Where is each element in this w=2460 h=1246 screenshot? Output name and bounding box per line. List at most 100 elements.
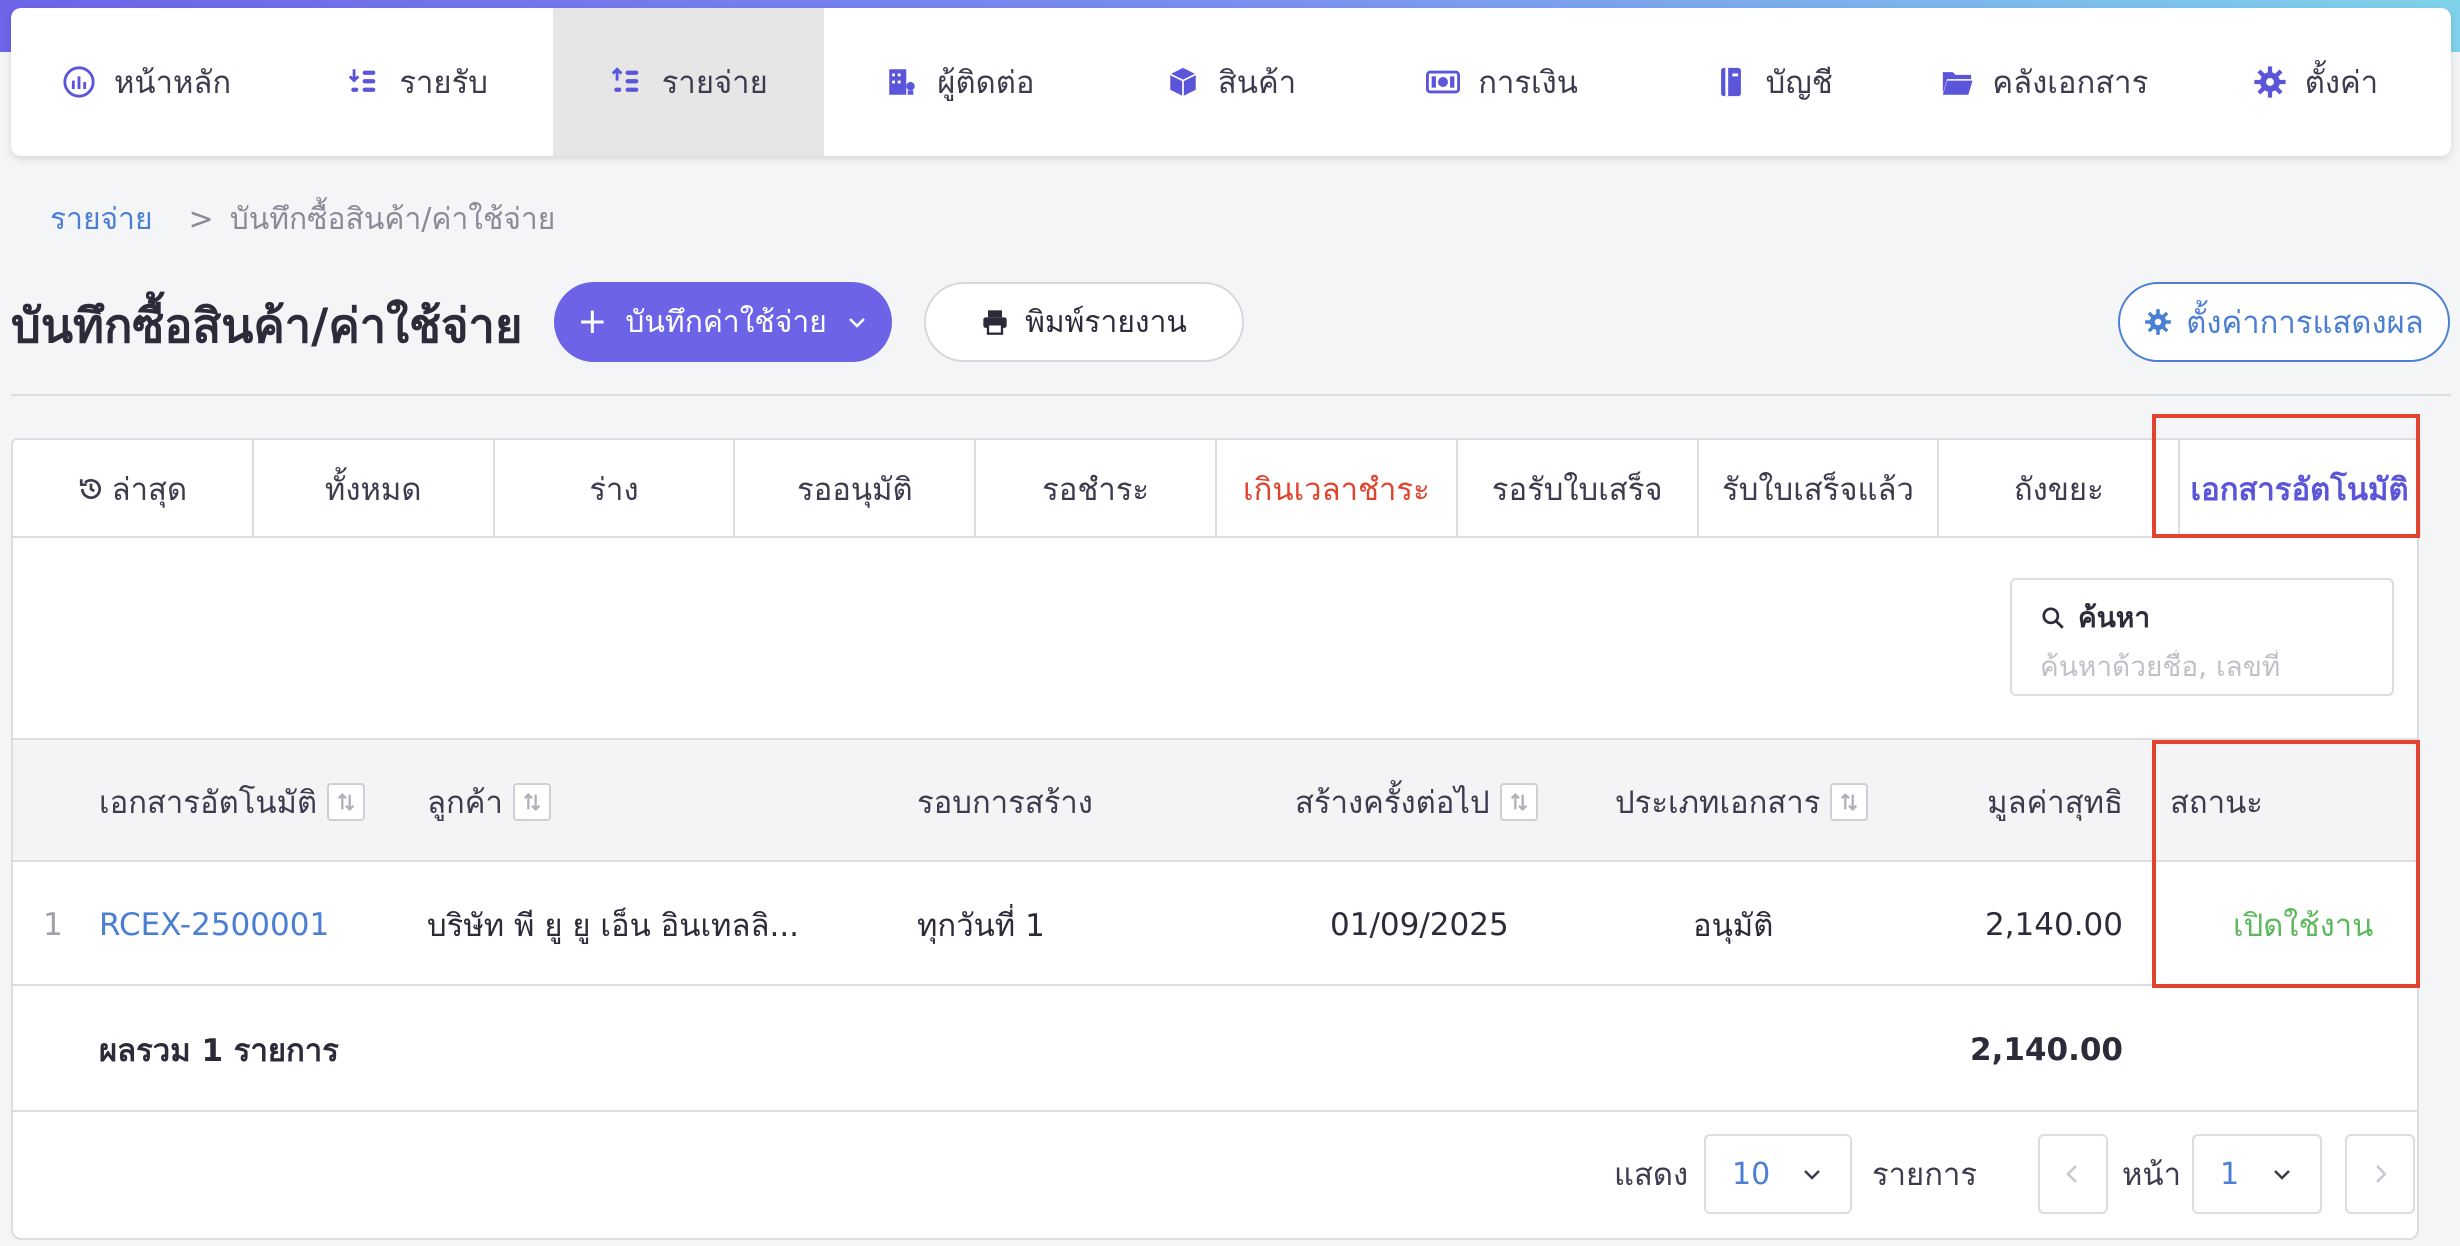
col-header-doc: เอกสารอัตโนมัติ xyxy=(99,740,366,864)
items-label: รายการ xyxy=(1872,1157,1978,1193)
printer-icon xyxy=(983,310,1007,335)
document-type: อนุมัติ xyxy=(1693,908,1774,944)
col-header-next: สร้างครั้งต่อไป xyxy=(1295,740,1538,864)
tab-latest[interactable]: ล่าสุด xyxy=(13,440,254,538)
page-label: หน้า xyxy=(2122,1157,2182,1193)
col-header-cycle: รอบการสร้าง xyxy=(917,740,1093,864)
col-header-label: ประเภทเอกสาร xyxy=(1615,785,1821,821)
table-row[interactable]: 1 RCEX-2500001 บริษัท พี ยู ยู เอ็น อินเ… xyxy=(13,864,2419,986)
nav-item-income[interactable]: รายรับ xyxy=(282,8,553,156)
add-expense-button[interactable]: + บันทึกค่าใช้จ่าย xyxy=(554,282,892,362)
tab-label: รออนุมัติ xyxy=(796,472,913,508)
tab-label: เอกสารอัตโนมัติ xyxy=(2190,472,2409,508)
display-settings-label: ตั้งค่าการแสดงผล xyxy=(2186,305,2424,341)
customer-name: บริษัท พี ยู ยู เอ็น อินเทลลิ... xyxy=(427,908,800,944)
building-icon xyxy=(889,69,916,95)
breadcrumb-root-link[interactable]: รายจ่าย xyxy=(50,196,153,243)
table-header: เอกสารอัตโนมัติ ลูกค้า รอบการสร้าง สร้าง… xyxy=(13,738,2419,862)
nav-item-label: ตั้งค่า xyxy=(2304,65,2379,101)
next-page-button[interactable] xyxy=(2345,1134,2415,1214)
display-settings-button[interactable]: ตั้งค่าการแสดงผล xyxy=(2118,282,2450,362)
sort-icon[interactable] xyxy=(1830,783,1869,821)
folder-icon xyxy=(1943,72,1973,95)
tab-awaiting-payment[interactable]: รอชำระ xyxy=(976,440,1217,538)
nav-item-label: การเงิน xyxy=(1478,65,1578,101)
nav-item-settings[interactable]: ตั้งค่า xyxy=(2180,8,2451,156)
tab-label: รอชำระ xyxy=(1042,472,1150,508)
total-label: ผลรวม 1 รายการ xyxy=(99,1033,339,1069)
tab-awaiting-receipt[interactable]: รอรับใบเสร็จ xyxy=(1458,440,1699,538)
page-select[interactable]: 1 xyxy=(2192,1134,2322,1214)
col-header-label: สถานะ xyxy=(2170,785,2263,821)
tab-automatic-documents[interactable]: เอกสารอัตโนมัติ xyxy=(2180,440,2419,538)
page-size-value: 10 xyxy=(1732,1156,1771,1192)
tab-label: ถังขยะ xyxy=(2013,472,2104,508)
header-divider xyxy=(11,394,2451,396)
expense-coins-icon xyxy=(611,67,639,92)
page-value: 1 xyxy=(2220,1156,2240,1192)
nav-item-label: คลังเอกสาร xyxy=(1992,65,2149,101)
nav-item-label: บัญชี xyxy=(1765,65,1833,101)
breadcrumb-separator: > xyxy=(188,202,214,237)
nav-item-finance[interactable]: การเงิน xyxy=(1367,8,1638,156)
dashboard-icon xyxy=(63,66,95,98)
main-nav: หน้าหลัก รายรับ รายจ่าย ผู้ติดต่อ สินค้า… xyxy=(11,8,2451,156)
page-size-select[interactable]: 10 xyxy=(1704,1134,1852,1214)
chevron-down-icon xyxy=(1804,1170,1820,1180)
col-header-net: มูลค่าสุทธิ xyxy=(1983,740,2123,864)
search-label: ค้นหา xyxy=(2040,596,2364,640)
tab-all[interactable]: ทั้งหมด xyxy=(254,440,495,538)
income-coins-icon xyxy=(349,69,376,92)
nav-item-label: หน้าหลัก xyxy=(113,65,232,101)
search-icon xyxy=(2042,607,2064,629)
box-icon xyxy=(1169,67,1196,97)
search-label-text: ค้นหา xyxy=(2078,601,2151,634)
sort-icon[interactable] xyxy=(512,783,551,821)
page-title: บันทึกซื้อสินค้า/ค่าใช้จ่าย xyxy=(11,299,523,354)
doc-number-link[interactable]: RCEX-2500001 xyxy=(99,864,329,986)
creation-cycle: ทุกวันที่ 1 xyxy=(917,908,1045,944)
print-report-button[interactable]: พิมพ์รายงาน xyxy=(924,282,1244,362)
col-header-label: สร้างครั้งต่อไป xyxy=(1295,785,1490,821)
tab-label: ร่าง xyxy=(589,472,639,508)
status-badge: เปิดใช้งาน xyxy=(2233,908,2374,944)
sort-icon[interactable] xyxy=(1499,783,1538,821)
tab-label: ทั้งหมด xyxy=(324,472,422,508)
tab-draft[interactable]: ร่าง xyxy=(495,440,736,538)
next-creation-date: 01/09/2025 xyxy=(1330,907,1509,943)
sort-icon[interactable] xyxy=(327,783,366,821)
row-index: 1 xyxy=(43,907,63,943)
nav-item-contacts[interactable]: ผู้ติดต่อ xyxy=(824,8,1095,156)
tab-trash[interactable]: ถังขยะ xyxy=(1939,440,2181,538)
col-header-status: สถานะ xyxy=(2170,740,2263,864)
gear-icon xyxy=(2145,309,2172,335)
nav-item-accounting[interactable]: บัญชี xyxy=(1638,8,1909,156)
chevron-down-icon xyxy=(848,318,865,328)
nav-item-documents[interactable]: คลังเอกสาร xyxy=(1909,8,2180,156)
prev-page-button[interactable] xyxy=(2038,1134,2108,1214)
nav-item-label: ผู้ติดต่อ xyxy=(937,65,1035,101)
col-header-label: ลูกค้า xyxy=(427,785,503,821)
tab-label: ล่าสุด xyxy=(111,472,188,508)
status-tabs: ล่าสุด ทั้งหมด ร่าง รออนุมัติ รอชำระ เกิ… xyxy=(11,438,2421,538)
nav-item-home[interactable]: หน้าหลัก xyxy=(11,8,282,156)
history-icon xyxy=(79,479,101,500)
search-box: ค้นหา xyxy=(2010,578,2394,696)
nav-item-products[interactable]: สินค้า xyxy=(1095,8,1366,156)
breadcrumb: รายจ่าย > บันทึกซื้อสินค้า/ค่าใช้จ่าย xyxy=(50,196,555,243)
breadcrumb-current: บันทึกซื้อสินค้า/ค่าใช้จ่าย xyxy=(229,202,556,237)
tab-label: รอรับใบเสร็จ xyxy=(1491,472,1663,508)
col-header-type: ประเภทเอกสาร xyxy=(1615,740,1869,864)
net-value: 2,140.00 xyxy=(1984,907,2123,943)
col-header-label: มูลค่าสุทธิ xyxy=(1987,785,2123,821)
total-value: 2,140.00 xyxy=(1970,1032,2123,1068)
chevron-left-icon xyxy=(2066,1165,2077,1183)
search-input[interactable] xyxy=(2040,650,2360,683)
tab-label: เกินเวลาชำระ xyxy=(1243,472,1430,508)
nav-item-expense[interactable]: รายจ่าย xyxy=(553,8,825,156)
add-expense-label: บันทึกค่าใช้จ่าย xyxy=(625,304,827,340)
gear-icon xyxy=(2254,66,2286,98)
tab-awaiting-approval[interactable]: รออนุมัติ xyxy=(735,440,977,538)
tab-receipt-received[interactable]: รับใบเสร็จแล้ว xyxy=(1699,440,1940,538)
tab-overdue[interactable]: เกินเวลาชำระ xyxy=(1217,440,1458,538)
